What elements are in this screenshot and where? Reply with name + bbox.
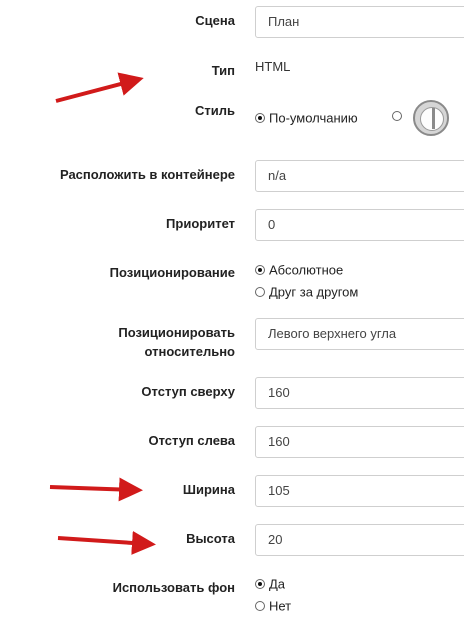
arrow-to-type — [55, 72, 144, 103]
arrow-to-height — [57, 530, 156, 555]
arrow-to-width — [49, 477, 143, 502]
annotation-arrows — [49, 72, 156, 555]
